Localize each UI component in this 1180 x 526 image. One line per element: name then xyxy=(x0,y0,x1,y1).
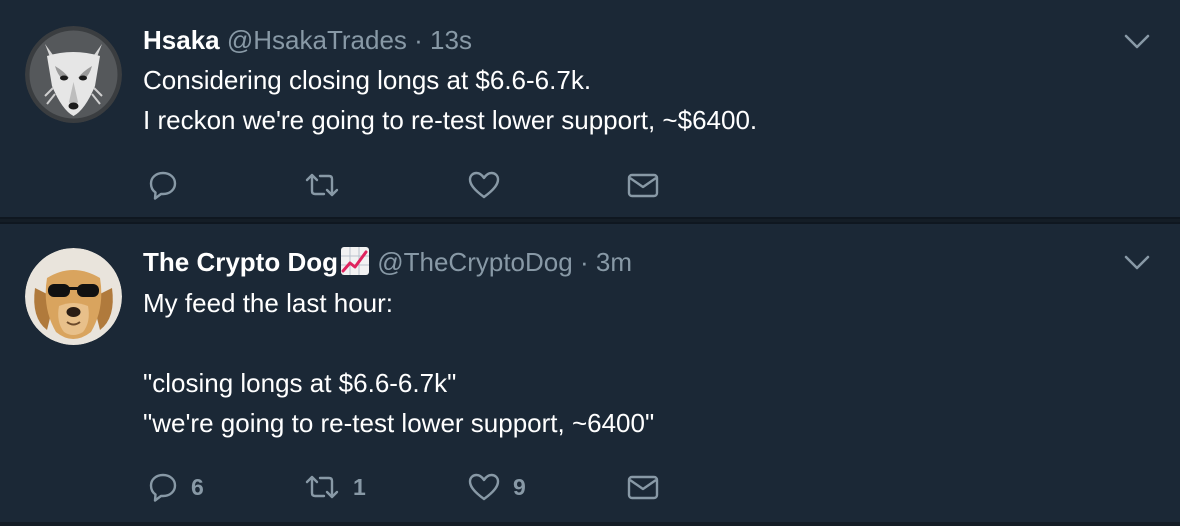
heart-icon xyxy=(468,473,500,501)
dog-with-sunglasses-avatar-icon xyxy=(25,248,122,345)
chevron-down-icon[interactable] xyxy=(1124,34,1150,50)
chevron-down-icon[interactable] xyxy=(1124,255,1150,271)
direct-message-button[interactable] xyxy=(626,467,660,507)
like-count: 9 xyxy=(513,473,526,500)
tweet-actions: 6 1 9 xyxy=(0,467,1180,507)
envelope-icon xyxy=(627,475,659,500)
retweet-count: 1 xyxy=(353,473,366,500)
like-button[interactable]: 9 xyxy=(467,467,526,507)
wolf-avatar-icon xyxy=(25,26,122,123)
separator: · xyxy=(579,247,589,277)
timestamp[interactable]: 13s xyxy=(430,25,472,55)
tweet-header: The Crypto Dog @TheCryptoDog · 3m xyxy=(143,245,632,279)
tweet-feed: Hsaka @HsakaTrades · 13s Considering clo… xyxy=(0,0,1180,526)
timestamp[interactable]: 3m xyxy=(596,247,632,277)
chart-increasing-emoji-icon xyxy=(341,247,369,275)
tweet-actions xyxy=(0,165,1180,205)
heart-icon xyxy=(468,171,500,199)
tweet[interactable]: Hsaka @HsakaTrades · 13s Considering clo… xyxy=(0,0,1180,219)
avatar[interactable] xyxy=(25,248,122,345)
retweet-icon xyxy=(305,173,339,197)
avatar[interactable] xyxy=(25,26,122,123)
reply-icon xyxy=(149,171,177,200)
display-name[interactable]: The Crypto Dog xyxy=(143,247,338,277)
reply-button[interactable]: 6 xyxy=(147,467,204,507)
retweet-button[interactable]: 1 xyxy=(303,467,366,507)
retweet-icon xyxy=(305,475,339,499)
reply-icon xyxy=(149,473,177,502)
envelope-icon xyxy=(627,173,659,198)
display-name[interactable]: Hsaka xyxy=(143,25,220,55)
retweet-button[interactable] xyxy=(303,165,353,205)
tweet-text: My feed the last hour: "closing longs at… xyxy=(143,288,655,438)
user-handle[interactable]: @HsakaTrades xyxy=(227,25,407,55)
tweet-text: Considering closing longs at $6.6-6.7k. … xyxy=(143,65,758,135)
tweet-header: Hsaka @HsakaTrades · 13s xyxy=(143,23,472,57)
tweet[interactable]: The Crypto Dog @TheCryptoDog · 3m My fee… xyxy=(0,222,1180,522)
user-handle[interactable]: @TheCryptoDog xyxy=(377,247,572,277)
like-button[interactable] xyxy=(467,165,513,205)
reply-button[interactable] xyxy=(147,165,191,205)
direct-message-button[interactable] xyxy=(626,165,660,205)
separator: · xyxy=(414,25,423,55)
reply-count: 6 xyxy=(191,473,204,500)
